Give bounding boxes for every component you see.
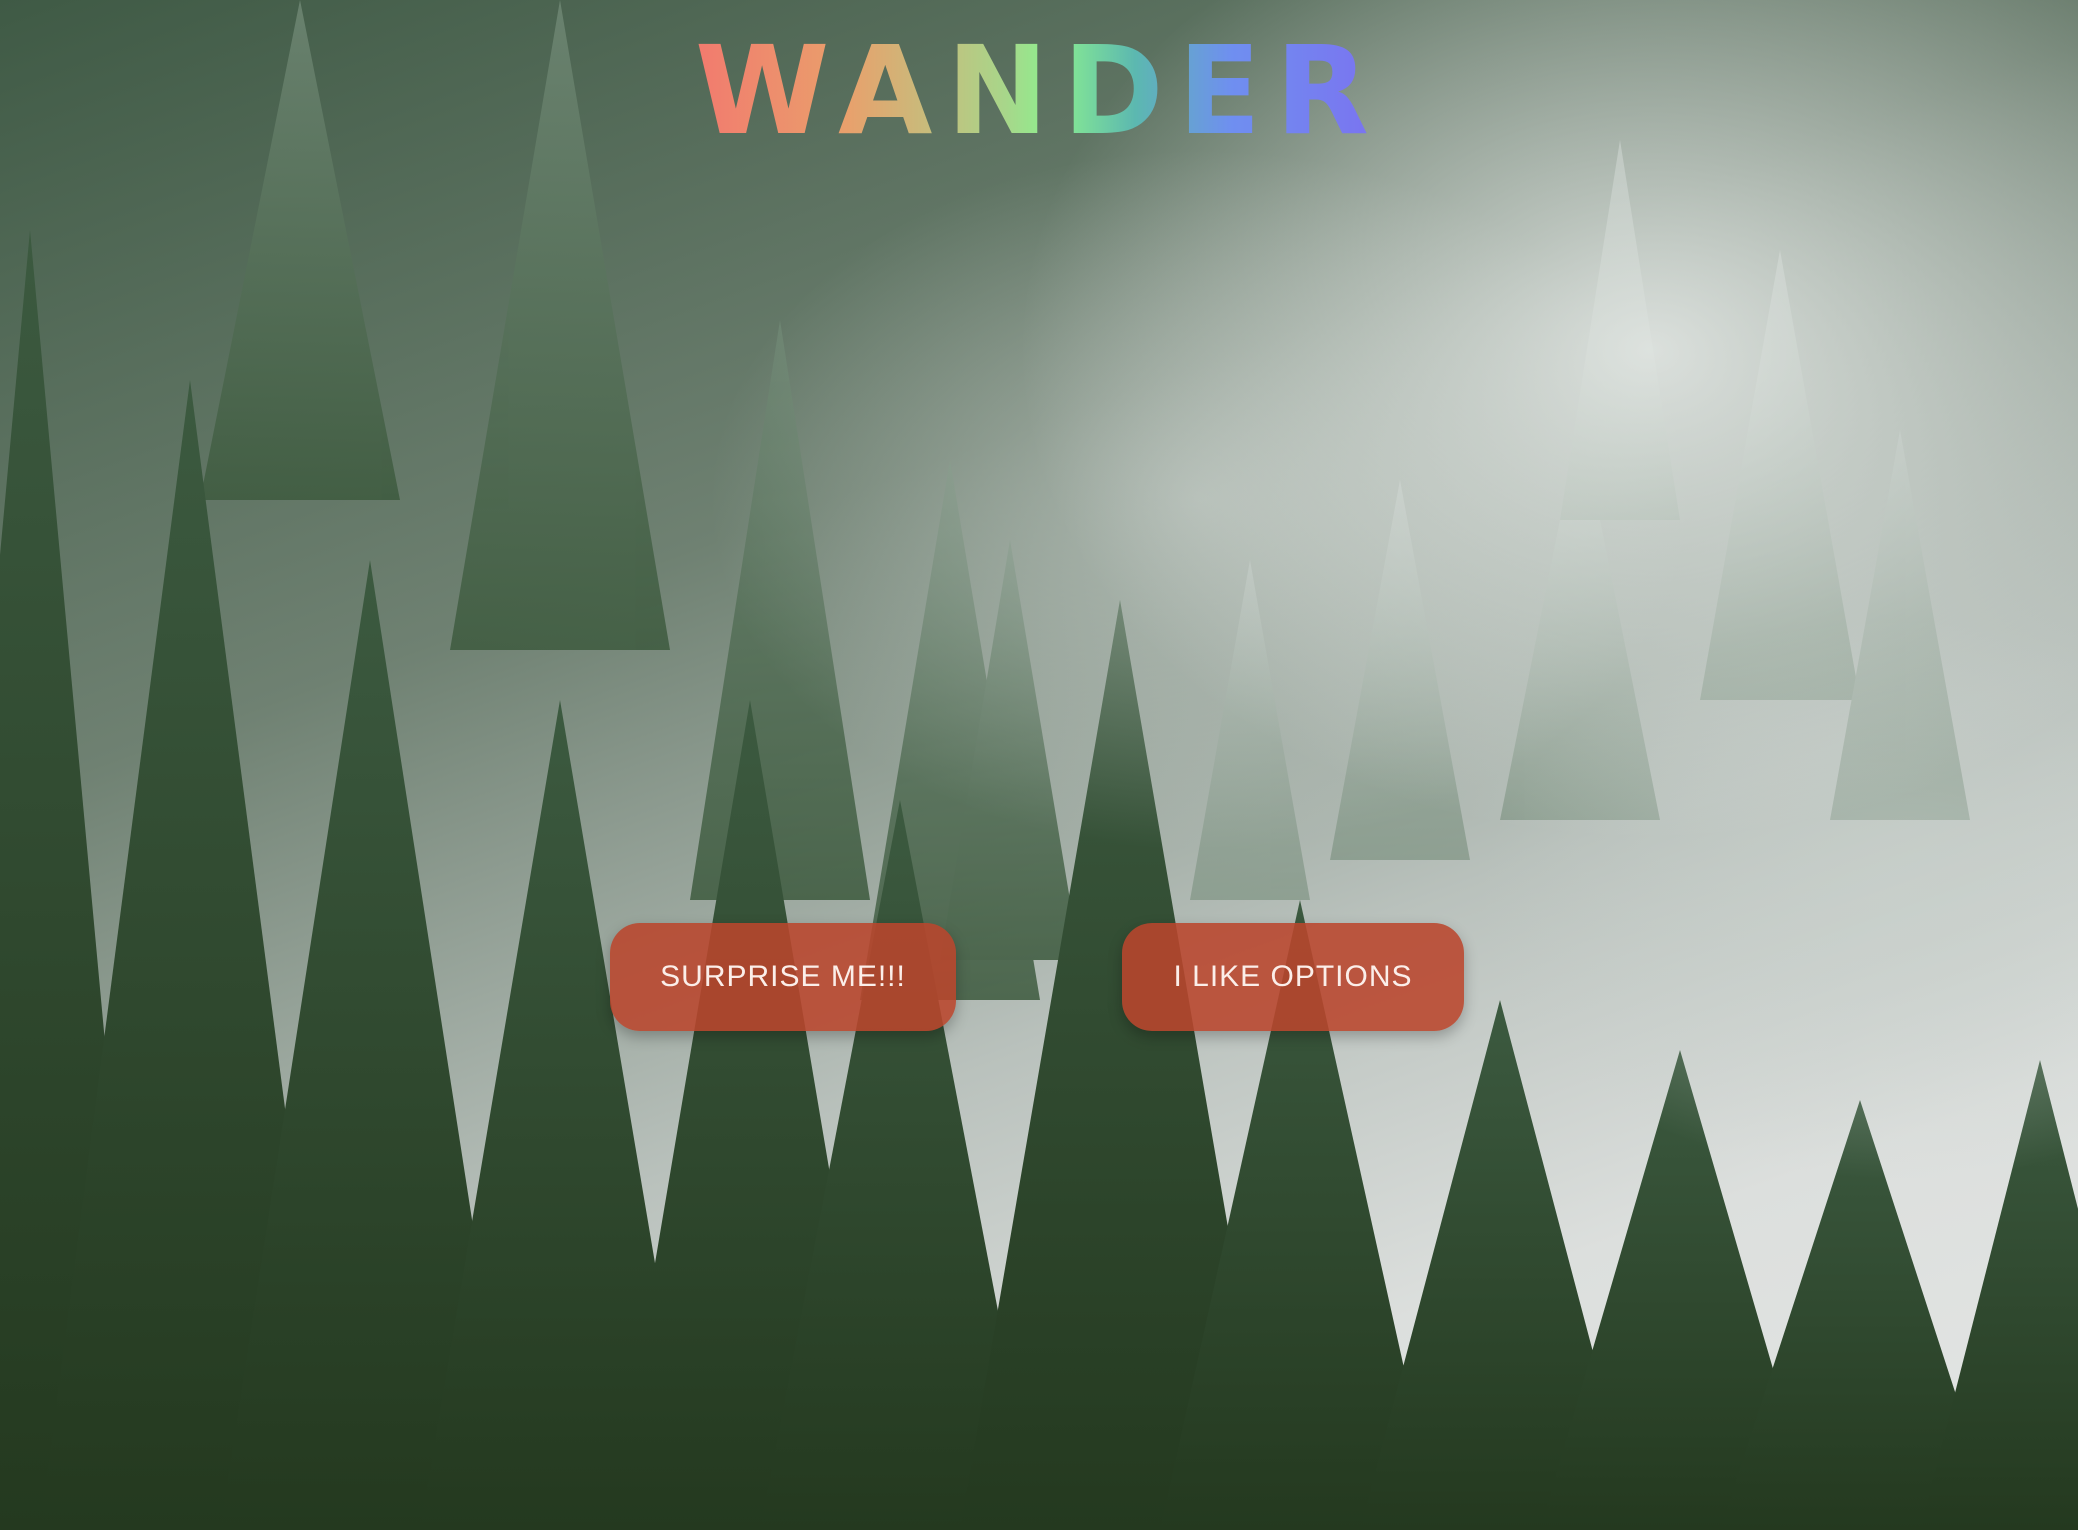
header: WANDER [0, 30, 2078, 152]
fog-overlay [0, 0, 2078, 1530]
logo-title: WANDER [694, 20, 1384, 162]
background-image [0, 0, 2078, 1530]
surprise-me-button[interactable]: SURPRISE ME!!! [610, 923, 956, 1031]
i-like-options-button[interactable]: I LIKE OPTIONS [1122, 923, 1464, 1031]
